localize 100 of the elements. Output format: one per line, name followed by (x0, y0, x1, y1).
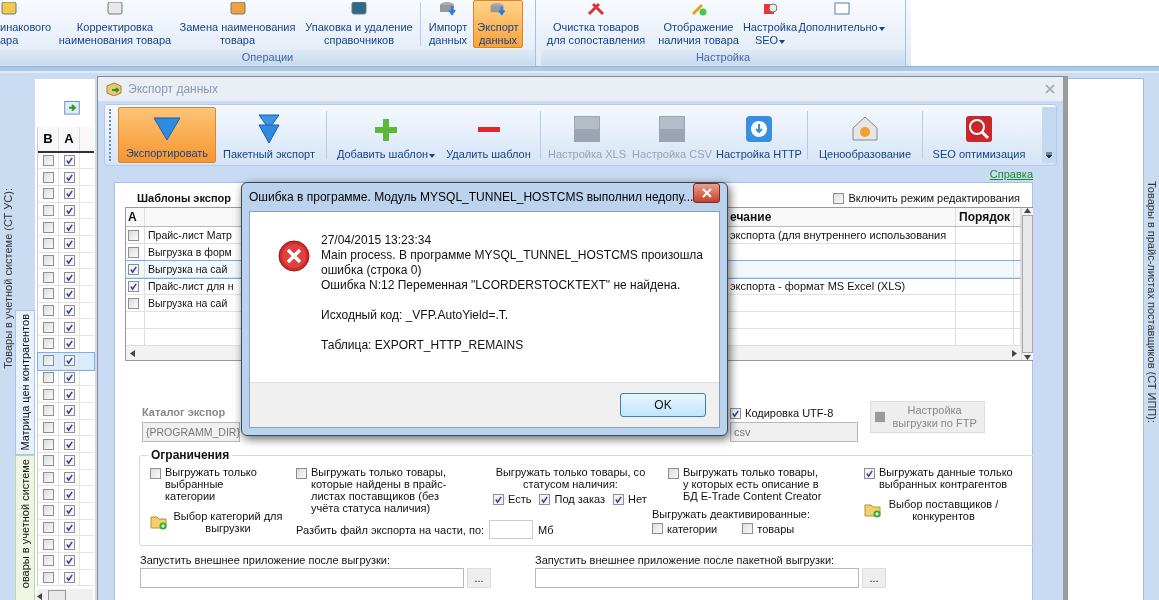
select-suppliers-button[interactable]: Выбор поставщиков / конкурентов (864, 498, 1024, 522)
checkbox[interactable] (63, 305, 75, 317)
checkbox[interactable] (296, 468, 307, 479)
export-icon[interactable] (64, 101, 80, 115)
checkbox[interactable] (63, 271, 75, 283)
checkbox[interactable] (742, 523, 754, 534)
grid-row[interactable] (38, 152, 94, 170)
column-header[interactable]: В (38, 126, 59, 151)
checkbox[interactable] (63, 255, 75, 267)
input-field[interactable] (489, 520, 534, 539)
checkbox[interactable] (42, 538, 54, 550)
checkbox[interactable] (128, 297, 139, 309)
checkbox[interactable] (493, 493, 504, 505)
checkbox[interactable] (42, 438, 54, 450)
checkbox[interactable] (128, 246, 139, 258)
checkbox[interactable] (128, 263, 139, 275)
checkbox[interactable] (63, 405, 75, 417)
checkbox[interactable] (63, 455, 75, 467)
checkbox[interactable] (63, 221, 75, 233)
checkbox[interactable] (652, 523, 663, 534)
checkbox-label[interactable]: Выгружать только товары, которые найдены в прайс-листах поставщиков (без учёта статуса наличия) (311, 466, 461, 514)
checkbox[interactable] (128, 280, 139, 292)
scrollbar[interactable] (37, 589, 93, 600)
checkbox[interactable] (63, 488, 75, 500)
checkbox[interactable] (42, 271, 54, 283)
checkbox[interactable] (63, 355, 75, 367)
checkbox[interactable] (42, 471, 54, 483)
ribbon-button[interactable]: Импорт данных (423, 0, 473, 48)
checkbox[interactable] (42, 421, 54, 433)
checkbox[interactable] (63, 505, 75, 517)
checkbox[interactable] (42, 505, 54, 517)
checkbox[interactable] (63, 204, 75, 216)
overflow-button[interactable] (1042, 107, 1056, 163)
column-header[interactable]: А (59, 126, 80, 151)
column-header[interactable]: А (126, 208, 145, 226)
checkbox[interactable] (63, 522, 75, 534)
checkbox[interactable] (42, 188, 54, 200)
checkbox[interactable] (42, 255, 54, 267)
checkbox-label[interactable]: Выгружать только выбранные категории (165, 466, 265, 502)
checkbox[interactable] (864, 468, 875, 479)
vertical-tab[interactable]: овары в учетной системе (15, 455, 35, 600)
ribbon-button[interactable]: Экспорт данных (473, 0, 523, 48)
checkbox[interactable] (42, 171, 54, 183)
input-field[interactable] (140, 568, 464, 588)
checkbox[interactable] (539, 493, 551, 505)
checkbox[interactable] (63, 388, 75, 400)
checkbox[interactable] (63, 171, 75, 183)
checkbox[interactable] (42, 238, 54, 250)
browse-button[interactable]: ... (862, 568, 886, 588)
toolbar-button[interactable]: Экспортировать (118, 107, 216, 163)
checkbox[interactable] (42, 555, 54, 567)
toolbar-button[interactable]: Пакетный экспорт (216, 107, 322, 163)
ribbon-button[interactable]: Замена наименования товара (175, 0, 300, 48)
checkbox[interactable] (42, 338, 54, 350)
checkbox[interactable] (63, 538, 75, 550)
checkbox[interactable] (42, 405, 54, 417)
checkbox[interactable] (42, 572, 54, 584)
checkbox[interactable] (63, 321, 75, 333)
toolbar-grip[interactable] (109, 109, 113, 161)
ribbon-button[interactable]: Упаковка и удаление справочников (300, 0, 418, 48)
checkbox-label[interactable]: товары (757, 523, 795, 535)
checkbox[interactable] (42, 321, 54, 333)
checkbox[interactable] (63, 154, 75, 166)
select-categories-button[interactable]: Выбор категорий для выгрузки (150, 510, 286, 534)
checkbox[interactable] (42, 488, 54, 500)
toolbar-button[interactable]: Удалить шаблон (441, 107, 536, 163)
checkbox-label[interactable]: Кодировка UTF-8 (745, 406, 834, 419)
checkbox[interactable] (42, 388, 54, 400)
checkbox[interactable] (668, 468, 679, 479)
checkbox[interactable] (150, 468, 161, 479)
scrollbar[interactable] (1021, 208, 1033, 360)
ok-button[interactable]: OK (620, 393, 706, 417)
checkbox-label[interactable]: Выгружать данные только выбранных контрагентов (879, 466, 1021, 490)
close-button[interactable] (693, 183, 720, 203)
toolbar-button[interactable]: Настройка HTTP (715, 107, 803, 163)
checkbox[interactable] (63, 371, 75, 383)
checkbox[interactable] (730, 408, 741, 419)
browse-button[interactable]: ... (467, 568, 491, 588)
ribbon-button[interactable]: Очистка товаров для сопоставления (541, 0, 651, 48)
checkbox[interactable] (63, 438, 75, 450)
checkbox[interactable] (42, 288, 54, 300)
checkbox[interactable] (42, 355, 54, 367)
input-field[interactable]: csv (730, 422, 858, 442)
toolbar-button[interactable]: Добавить шаблон (331, 107, 441, 163)
checkbox[interactable] (63, 572, 75, 584)
checkbox[interactable] (42, 371, 54, 383)
checkbox-label[interactable]: Нет (628, 493, 647, 505)
vertical-tab[interactable]: Матрица цен контрагентов (15, 310, 35, 455)
ribbon-button[interactable]: инакового ара (0, 0, 55, 48)
checkbox[interactable] (42, 522, 54, 534)
checkbox[interactable] (128, 229, 139, 241)
checkbox[interactable] (42, 455, 54, 467)
checkbox-label[interactable]: Выгружать только товары, у которых есть описание в БД E-Trade Content Creator (683, 466, 825, 502)
toolbar-button[interactable]: SEO оптимизация (927, 107, 1031, 163)
checkbox[interactable] (42, 305, 54, 317)
checkbox[interactable] (63, 288, 75, 300)
input-field[interactable] (535, 568, 859, 588)
checkbox[interactable] (63, 238, 75, 250)
checkbox[interactable] (63, 421, 75, 433)
checkbox[interactable] (42, 204, 54, 216)
